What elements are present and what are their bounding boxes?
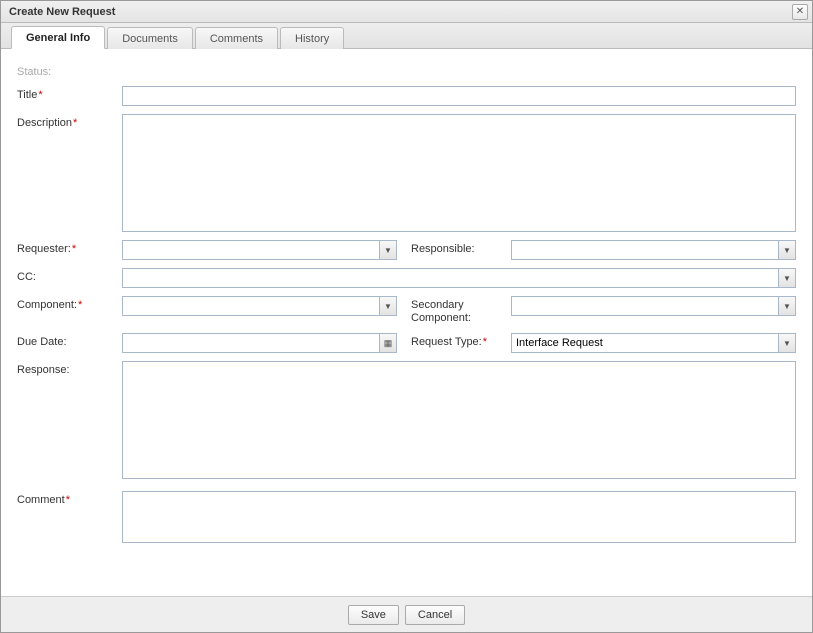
calendar-icon: ▦ [384,338,393,349]
responsible-combo[interactable]: ▼ [511,240,796,260]
chevron-down-icon: ▼ [783,274,791,283]
close-button[interactable]: ✕ [792,4,808,20]
due-date-picker-button[interactable]: ▦ [379,333,397,353]
label-title: Title* [17,86,122,101]
label-component: Component:* [17,296,122,311]
tab-comments[interactable]: Comments [195,27,278,49]
label-status: Status: [17,63,122,78]
close-icon: ✕ [796,7,804,17]
secondary-component-input[interactable] [511,296,778,316]
label-response: Response: [17,361,122,376]
chevron-down-icon: ▼ [384,302,392,311]
dialog-footer: Save Cancel [1,596,812,632]
requester-input[interactable] [122,240,379,260]
cc-combo[interactable]: ▼ [122,268,796,288]
status-value [122,63,796,66]
request-type-input[interactable] [511,333,778,353]
label-description: Description* [17,114,122,129]
label-secondary-component: Secondary Component: [411,296,511,325]
chevron-down-icon: ▼ [783,339,791,348]
chevron-down-icon: ▼ [384,246,392,255]
form-content: Status: Title* Description* Requester:* [1,49,812,596]
label-due-date: Due Date: [17,333,122,348]
description-textarea[interactable] [122,114,796,232]
label-request-type: Request Type:* [411,333,511,348]
label-comment: Comment* [17,491,122,506]
request-type-dropdown-button[interactable]: ▼ [778,333,796,353]
requester-combo[interactable]: ▼ [122,240,397,260]
label-cc: CC: [17,268,122,283]
component-combo[interactable]: ▼ [122,296,397,316]
comment-textarea[interactable] [122,491,796,543]
save-button[interactable]: Save [348,605,399,625]
cc-dropdown-button[interactable]: ▼ [778,268,796,288]
request-type-combo[interactable]: ▼ [511,333,796,353]
secondary-component-combo[interactable]: ▼ [511,296,796,316]
chevron-down-icon: ▼ [783,302,791,311]
component-dropdown-button[interactable]: ▼ [379,296,397,316]
response-textarea[interactable] [122,361,796,479]
secondary-component-dropdown-button[interactable]: ▼ [778,296,796,316]
requester-dropdown-button[interactable]: ▼ [379,240,397,260]
tab-general-info[interactable]: General Info [11,26,105,49]
title-input[interactable] [122,86,796,106]
component-input[interactable] [122,296,379,316]
dialog-window: Create New Request ✕ General Info Docume… [0,0,813,633]
cancel-button[interactable]: Cancel [405,605,465,625]
tab-documents[interactable]: Documents [107,27,193,49]
label-responsible: Responsible: [411,240,511,255]
responsible-input[interactable] [511,240,778,260]
window-title: Create New Request [9,6,115,18]
cc-input[interactable] [122,268,778,288]
label-requester: Requester:* [17,240,122,255]
tab-history[interactable]: History [280,27,344,49]
due-date-field[interactable]: ▦ [122,333,397,353]
due-date-input[interactable] [122,333,379,353]
titlebar: Create New Request ✕ [1,1,812,23]
responsible-dropdown-button[interactable]: ▼ [778,240,796,260]
tab-bar: General Info Documents Comments History [1,23,812,49]
chevron-down-icon: ▼ [783,246,791,255]
